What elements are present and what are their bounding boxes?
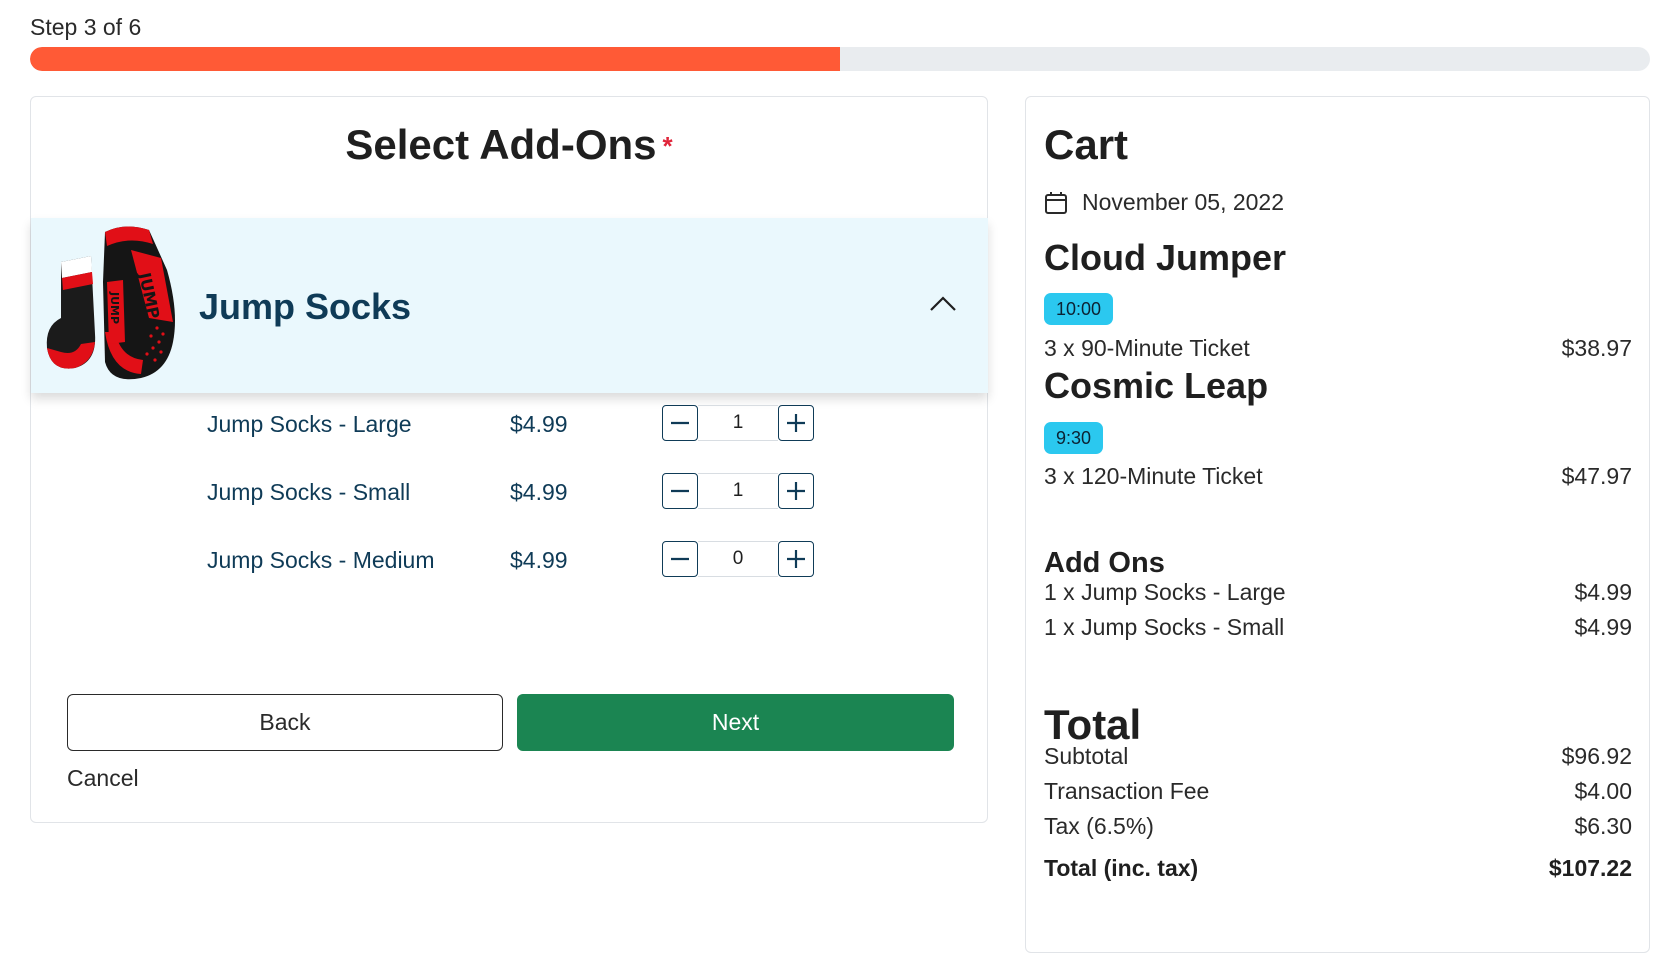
minus-icon — [671, 557, 689, 561]
decrement-button[interactable] — [662, 405, 698, 441]
chevron-up-icon[interactable] — [928, 292, 958, 314]
plus-icon — [787, 550, 805, 568]
minus-icon — [671, 421, 689, 425]
variant-price: $4.99 — [510, 547, 568, 573]
summary-amount: $96.92 — [1561, 743, 1632, 769]
cart-line-item: 3 x 120-Minute Ticket $47.97 — [1044, 463, 1632, 490]
required-marker: * — [662, 131, 673, 161]
plus-icon — [787, 482, 805, 500]
minus-icon — [671, 489, 689, 493]
variant-row: Jump Socks - Medium $4.99 0 — [207, 539, 907, 579]
quantity-stepper: 0 — [662, 541, 814, 577]
cart-date-text: November 05, 2022 — [1082, 189, 1285, 215]
cart-total-heading: Total — [1044, 701, 1142, 748]
time-badge: 10:00 — [1044, 293, 1114, 325]
line-item-amount: $38.97 — [1561, 335, 1632, 361]
variant-name: Jump Socks - Small — [207, 479, 411, 505]
summary-row: Subtotal $96.92 — [1044, 743, 1632, 770]
increment-button[interactable] — [778, 405, 814, 441]
cart-date: November 05, 2022 — [1044, 189, 1284, 216]
cart-addon-line: 1 x Jump Socks - Small $4.99 — [1044, 614, 1632, 641]
grand-total-amount: $107.22 — [1548, 855, 1632, 881]
step-indicator: Step 3 of 6 — [30, 14, 142, 40]
quantity-input[interactable]: 1 — [698, 405, 778, 441]
addon-line-amount: $4.99 — [1574, 579, 1632, 605]
back-button[interactable]: Back — [67, 694, 503, 751]
cart-title: Cart — [1044, 121, 1129, 168]
quantity-stepper: 1 — [662, 473, 814, 509]
quantity-stepper: 1 — [662, 405, 814, 441]
increment-button[interactable] — [778, 473, 814, 509]
event-name: Cosmic Leap — [1044, 365, 1269, 406]
summary-amount: $4.00 — [1574, 778, 1632, 804]
quantity-input[interactable]: 0 — [698, 541, 778, 577]
plus-icon — [787, 414, 805, 432]
addon-line-label: 1 x Jump Socks - Large — [1044, 579, 1286, 605]
addons-title-text: Select Add-Ons — [345, 121, 657, 168]
addons-panel: Select Add-Ons * JUMP JUMP Jump Socks Ju… — [30, 96, 988, 823]
summary-row: Transaction Fee $4.00 — [1044, 778, 1632, 805]
cart-addon-line: 1 x Jump Socks - Large $4.99 — [1044, 579, 1632, 606]
addons-heading: Select Add-Ons * — [31, 121, 987, 169]
next-button[interactable]: Next — [517, 694, 954, 751]
quantity-input[interactable]: 1 — [698, 473, 778, 509]
line-item-amount: $47.97 — [1561, 463, 1632, 489]
product-name: Jump Socks — [199, 286, 412, 327]
progress-bar-fill — [30, 47, 840, 71]
line-item-label: 3 x 120-Minute Ticket — [1044, 463, 1263, 489]
variant-price: $4.99 — [510, 411, 568, 437]
product-accordion-header[interactable]: JUMP JUMP Jump Socks — [31, 218, 988, 393]
grand-total-row: Total (inc. tax) $107.22 — [1044, 855, 1632, 882]
line-item-label: 3 x 90-Minute Ticket — [1044, 335, 1250, 361]
variant-row: Jump Socks - Small $4.99 1 — [207, 471, 907, 511]
variant-price: $4.99 — [510, 479, 568, 505]
addon-line-label: 1 x Jump Socks - Small — [1044, 614, 1285, 640]
cart-addons-heading: Add Ons — [1044, 547, 1165, 579]
decrement-button[interactable] — [662, 541, 698, 577]
summary-label: Subtotal — [1044, 743, 1129, 769]
variant-name: Jump Socks - Large — [207, 411, 412, 437]
cart-panel: Cart November 05, 2022 Cloud Jumper 10:0… — [1025, 96, 1650, 953]
event-name: Cloud Jumper — [1044, 237, 1287, 278]
jump-socks-product-image: JUMP JUMP — [46, 226, 175, 380]
svg-text:JUMP: JUMP — [108, 291, 121, 324]
summary-label: Tax (6.5%) — [1044, 813, 1154, 839]
cart-line-item: 3 x 90-Minute Ticket $38.97 — [1044, 335, 1632, 362]
summary-row: Tax (6.5%) $6.30 — [1044, 813, 1632, 840]
variant-row: Jump Socks - Large $4.99 1 — [207, 403, 907, 443]
grand-total-label: Total (inc. tax) — [1044, 855, 1199, 881]
time-badge: 9:30 — [1044, 422, 1104, 454]
cancel-link[interactable]: Cancel — [67, 765, 139, 792]
progress-bar — [30, 47, 1650, 71]
addon-line-amount: $4.99 — [1574, 614, 1632, 640]
summary-label: Transaction Fee — [1044, 778, 1210, 804]
decrement-button[interactable] — [662, 473, 698, 509]
variant-name: Jump Socks - Medium — [207, 547, 435, 573]
summary-amount: $6.30 — [1574, 813, 1632, 839]
calendar-icon — [1045, 191, 1067, 214]
increment-button[interactable] — [778, 541, 814, 577]
